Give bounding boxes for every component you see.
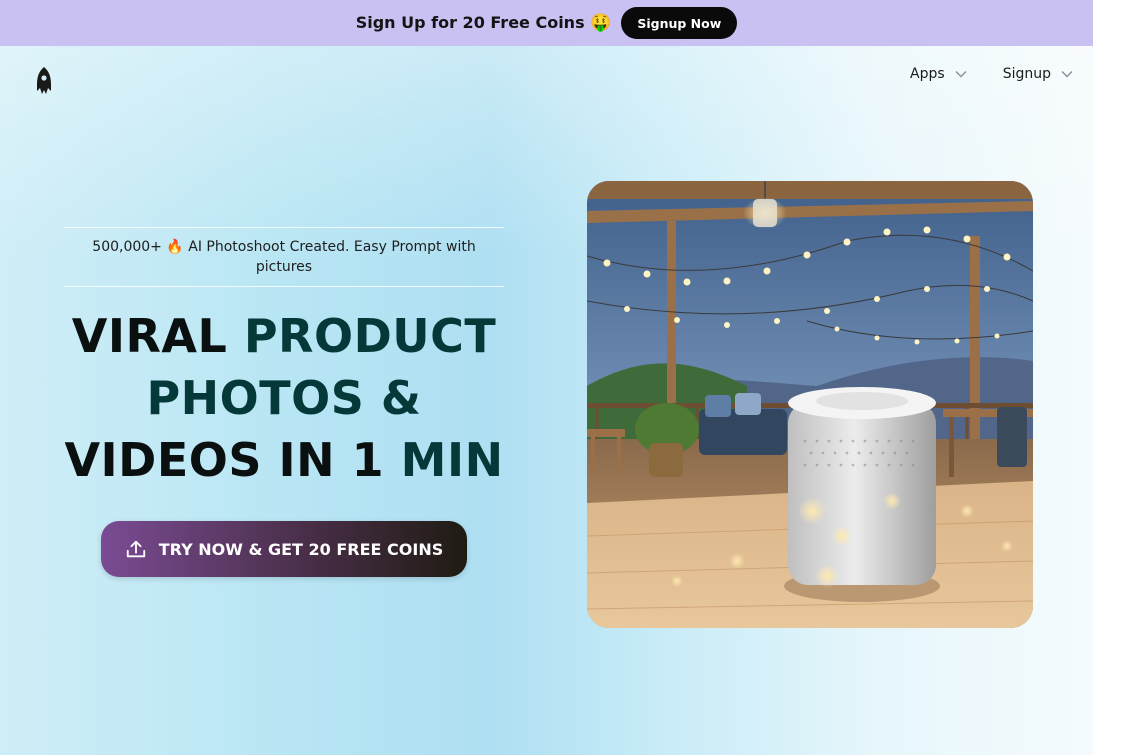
page: Sign Up for 20 Free Coins 🤑 Signup Now A… <box>0 0 1093 755</box>
headline-word-product: PRODUCT <box>243 309 497 363</box>
hero-headline: VIRAL PRODUCT PHOTOS & VIDEOS IN 1 MIN <box>64 305 503 491</box>
nav-signup[interactable]: Signup <box>1003 66 1073 82</box>
hero-left: 500,000+ 🔥 AI Photoshoot Created. Easy P… <box>64 227 504 577</box>
headline-photos: PHOTOS & <box>146 371 422 425</box>
chevron-down-icon <box>955 71 967 78</box>
headline-word-viral: VIRAL <box>71 309 244 363</box>
promo-banner: Sign Up for 20 Free Coins 🤑 Signup Now <box>0 0 1093 46</box>
headline-min: MIN <box>400 433 504 487</box>
headline-videos: VIDEOS IN 1 <box>64 433 401 487</box>
try-now-label: TRY NOW & GET 20 FREE COINS <box>158 539 444 559</box>
try-now-button[interactable]: TRY NOW & GET 20 FREE COINS <box>101 521 467 577</box>
top-nav: Apps Signup <box>910 66 1073 82</box>
scroll-gutter <box>1093 0 1125 755</box>
headline-line-2: PHOTOS & <box>64 367 503 429</box>
nav-signup-label: Signup <box>1002 66 1051 82</box>
nav-apps[interactable]: Apps <box>910 66 967 82</box>
promo-text-label: Sign Up for 20 Free Coins <box>355 13 585 32</box>
hero-tagline: 500,000+ 🔥 AI Photoshoot Created. Easy P… <box>64 227 504 287</box>
rocket-logo-icon[interactable] <box>34 66 54 96</box>
hero-product-image <box>587 181 1033 628</box>
headline-line-1: VIRAL PRODUCT <box>64 305 503 367</box>
upload-icon <box>126 540 145 558</box>
nav-apps-label: Apps <box>910 66 945 82</box>
headline-line-3: VIDEOS IN 1 MIN <box>64 429 503 491</box>
chevron-down-icon <box>1061 71 1073 78</box>
money-face-icon: 🤑 <box>590 13 612 33</box>
promo-text: Sign Up for 20 Free Coins 🤑 <box>356 13 612 33</box>
signup-now-button[interactable]: Signup Now <box>621 7 738 39</box>
